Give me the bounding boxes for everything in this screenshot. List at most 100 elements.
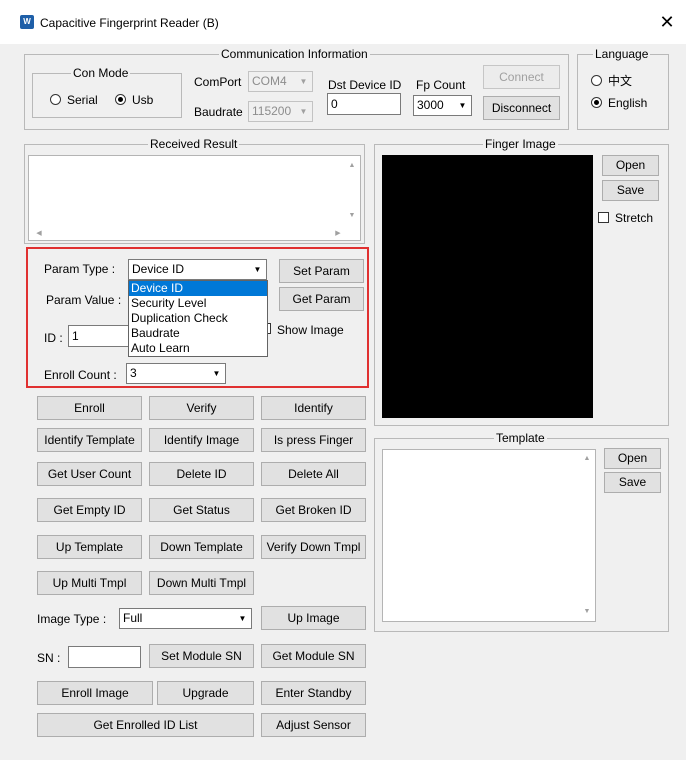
up-multi-tmpl-button[interactable]: Up Multi Tmpl — [37, 571, 142, 595]
adjust-sensor-button[interactable]: Adjust Sensor — [261, 713, 366, 737]
image-type-select[interactable]: Full ▼ — [119, 608, 252, 629]
id-input[interactable]: 1 — [68, 325, 130, 347]
identify-image-button[interactable]: Identify Image — [149, 428, 254, 452]
chinese-radio-label: 中文 — [608, 74, 633, 88]
finger-image-label: Finger Image — [483, 137, 558, 151]
close-icon[interactable]: ✕ — [656, 11, 678, 33]
serial-radio[interactable] — [50, 94, 61, 105]
param-value-label: Param Value : — [46, 293, 122, 307]
english-radio-label: English — [608, 96, 648, 110]
template-open-button[interactable]: Open — [604, 448, 661, 469]
chevron-down-icon: ▼ — [212, 369, 221, 378]
get-enrolled-id-list-button[interactable]: Get Enrolled ID List — [37, 713, 254, 737]
finger-image-open-button[interactable]: Open — [602, 155, 659, 176]
finger-image-canvas — [382, 155, 593, 418]
window-title: Capacitive Fingerprint Reader (B) — [40, 16, 219, 30]
stretch-label: Stretch — [615, 211, 654, 225]
fp-count-label: Fp Count — [416, 78, 466, 92]
language-group-label: Language — [593, 47, 651, 61]
dropdown-option[interactable]: Device ID — [129, 281, 267, 296]
scroll-right-icon[interactable]: ▶ — [331, 229, 345, 237]
app-icon: W — [20, 15, 34, 29]
con-mode-label: Con Mode — [71, 66, 131, 80]
get-broken-id-button[interactable]: Get Broken ID — [261, 498, 366, 522]
sn-input[interactable] — [68, 646, 141, 668]
dropdown-option[interactable]: Duplication Check — [129, 311, 267, 326]
dst-device-id-label: Dst Device ID — [328, 78, 402, 92]
up-template-button[interactable]: Up Template — [37, 535, 142, 559]
scroll-up-icon[interactable]: ▲ — [580, 455, 594, 462]
sn-label: SN : — [37, 651, 61, 665]
dropdown-option[interactable]: Security Level — [129, 296, 267, 311]
comport-value: COM4 — [252, 74, 287, 88]
finger-image-save-button[interactable]: Save — [602, 180, 659, 201]
dropdown-option[interactable]: Baudrate — [129, 326, 267, 341]
id-label: ID : — [44, 331, 63, 345]
get-empty-id-button[interactable]: Get Empty ID — [37, 498, 142, 522]
comport-select[interactable]: COM4 ▼ — [248, 71, 313, 92]
param-type-label: Param Type : — [44, 262, 116, 276]
baudrate-value: 115200 — [252, 104, 292, 118]
down-template-button[interactable]: Down Template — [149, 535, 254, 559]
enroll-count-label: Enroll Count : — [44, 368, 117, 382]
chevron-down-icon: ▼ — [253, 265, 262, 274]
communication-group-label: Communication Information — [219, 47, 370, 61]
image-type-label: Image Type : — [37, 612, 107, 626]
show-image-label: Show Image — [277, 323, 344, 337]
baudrate-select[interactable]: 115200 ▼ — [248, 101, 313, 122]
connect-button[interactable]: Connect — [483, 65, 560, 89]
usb-radio[interactable] — [115, 94, 126, 105]
chevron-down-icon: ▼ — [299, 107, 308, 116]
scroll-down-icon[interactable]: ▼ — [345, 212, 359, 219]
scroll-left-icon[interactable]: ◀ — [32, 229, 46, 237]
identify-template-button[interactable]: Identify Template — [37, 428, 142, 452]
chinese-radio[interactable] — [591, 75, 602, 86]
serial-radio-label: Serial — [67, 93, 98, 107]
image-type-value: Full — [123, 611, 143, 625]
set-param-button[interactable]: Set Param — [279, 259, 364, 283]
delete-id-button[interactable]: Delete ID — [149, 462, 254, 486]
template-save-button[interactable]: Save — [604, 472, 661, 493]
language-group — [577, 54, 669, 130]
stretch-checkbox[interactable] — [598, 212, 609, 223]
enroll-image-button[interactable]: Enroll Image — [37, 681, 153, 705]
english-radio[interactable] — [591, 97, 602, 108]
scroll-down-icon[interactable]: ▼ — [580, 608, 594, 615]
verify-down-tmpl-button[interactable]: Verify Down Tmpl — [261, 535, 366, 559]
template-textarea[interactable] — [382, 449, 596, 622]
param-type-value: Device ID — [132, 262, 185, 276]
identify-button[interactable]: Identify — [261, 396, 366, 420]
template-group-label: Template — [494, 431, 547, 445]
param-type-select[interactable]: Device ID ▼ — [128, 259, 267, 280]
get-status-button[interactable]: Get Status — [149, 498, 254, 522]
enroll-button[interactable]: Enroll — [37, 396, 142, 420]
enter-standby-button[interactable]: Enter Standby — [261, 681, 366, 705]
get-param-button[interactable]: Get Param — [279, 287, 364, 311]
enroll-count-select[interactable]: 3 ▼ — [126, 363, 226, 384]
upgrade-button[interactable]: Upgrade — [157, 681, 254, 705]
set-module-sn-button[interactable]: Set Module SN — [149, 644, 254, 668]
scroll-up-icon[interactable]: ▲ — [345, 162, 359, 169]
received-result-label: Received Result — [148, 137, 240, 151]
usb-radio-label: Usb — [132, 93, 154, 107]
verify-button[interactable]: Verify — [149, 396, 254, 420]
enroll-count-value: 3 — [130, 366, 137, 380]
comport-label: ComPort — [194, 75, 242, 89]
disconnect-button[interactable]: Disconnect — [483, 96, 560, 120]
received-result-textarea[interactable] — [28, 155, 361, 241]
baudrate-label: Baudrate — [194, 105, 243, 119]
is-press-finger-button[interactable]: Is press Finger — [261, 428, 366, 452]
chevron-down-icon: ▼ — [299, 77, 308, 86]
chevron-down-icon: ▼ — [458, 101, 467, 110]
get-module-sn-button[interactable]: Get Module SN — [261, 644, 366, 668]
fp-count-value: 3000 — [417, 98, 444, 112]
delete-all-button[interactable]: Delete All — [261, 462, 366, 486]
get-user-count-button[interactable]: Get User Count — [37, 462, 142, 486]
chevron-down-icon: ▼ — [238, 614, 247, 623]
dst-device-id-input[interactable]: 0 — [327, 93, 401, 115]
fp-count-select[interactable]: 3000 ▼ — [413, 95, 472, 116]
down-multi-tmpl-button[interactable]: Down Multi Tmpl — [149, 571, 254, 595]
up-image-button[interactable]: Up Image — [261, 606, 366, 630]
dropdown-option[interactable]: Auto Learn — [129, 341, 267, 356]
param-type-dropdown: Device ID Security Level Duplication Che… — [128, 280, 268, 357]
